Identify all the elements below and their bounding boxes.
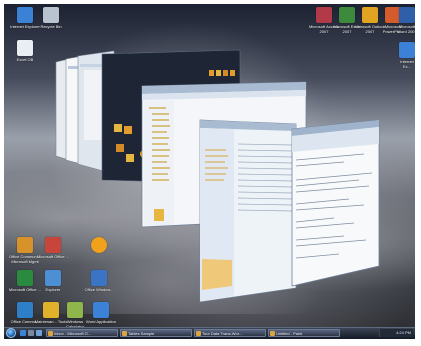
desktop-icon-explorer[interactable]: Explorer [36,270,70,292]
window-icon [91,270,107,286]
folder-icon [209,70,214,76]
folder-icon [216,70,221,76]
explorer-folder-pane [144,100,174,226]
desktop: Internet Explorer Recycle Bin Excel OB M… [4,4,415,339]
explorer-icon [45,270,61,286]
taskbar-button-inbox[interactable]: Inbox - Microsoft O... [46,329,118,337]
internet-explorer-icon [93,302,109,318]
desktop-icon-sun[interactable] [82,237,116,254]
desktop-icon-label: Explorer [45,287,61,292]
taskbar-button-paint[interactable]: Untitled - Paint [268,329,340,337]
desktop-icon-window[interactable]: Office Window... [82,270,116,292]
folder-icon [154,209,164,221]
desktop-icon-internet-explorer-3[interactable]: Word Application [84,302,118,324]
taskbar: Inbox - Microsoft O... Tables Sample Tou… [4,327,415,339]
desktop-icon-office[interactable]: Microsoft Office ... [36,237,70,259]
office-icon [45,237,61,253]
communicator-icon [17,302,33,318]
folder-icon [223,70,228,76]
quick-launch-desktop-icon[interactable] [28,330,34,336]
tools-icon [43,302,59,318]
sun-icon [91,237,107,253]
folder-icon [116,144,124,152]
quick-launch-ie-icon[interactable] [20,330,26,336]
folder-icon [114,124,122,132]
quick-launch-flip3d-icon[interactable] [36,330,42,336]
outlook-nav-buttons [202,259,232,290]
office-icon [17,270,33,286]
desktop-icon-label: Word Application [86,319,116,324]
desktop-icon-label: Office Window... [84,287,114,292]
system-tray-clock[interactable]: 4:24 PM [379,329,413,337]
communicator-icon [17,237,33,253]
desktop-icon-label: Microsoft Office ... [36,254,70,259]
start-button[interactable] [6,328,16,338]
folder-icon [124,126,132,134]
taskbar-button-tables[interactable]: Tables Sample [120,329,192,337]
taskbar-button-tour-data[interactable]: Tour Data Trans-Wor... [194,329,266,337]
calculator-icon [67,302,83,318]
folder-icon [230,70,235,76]
folder-icon [126,154,134,162]
